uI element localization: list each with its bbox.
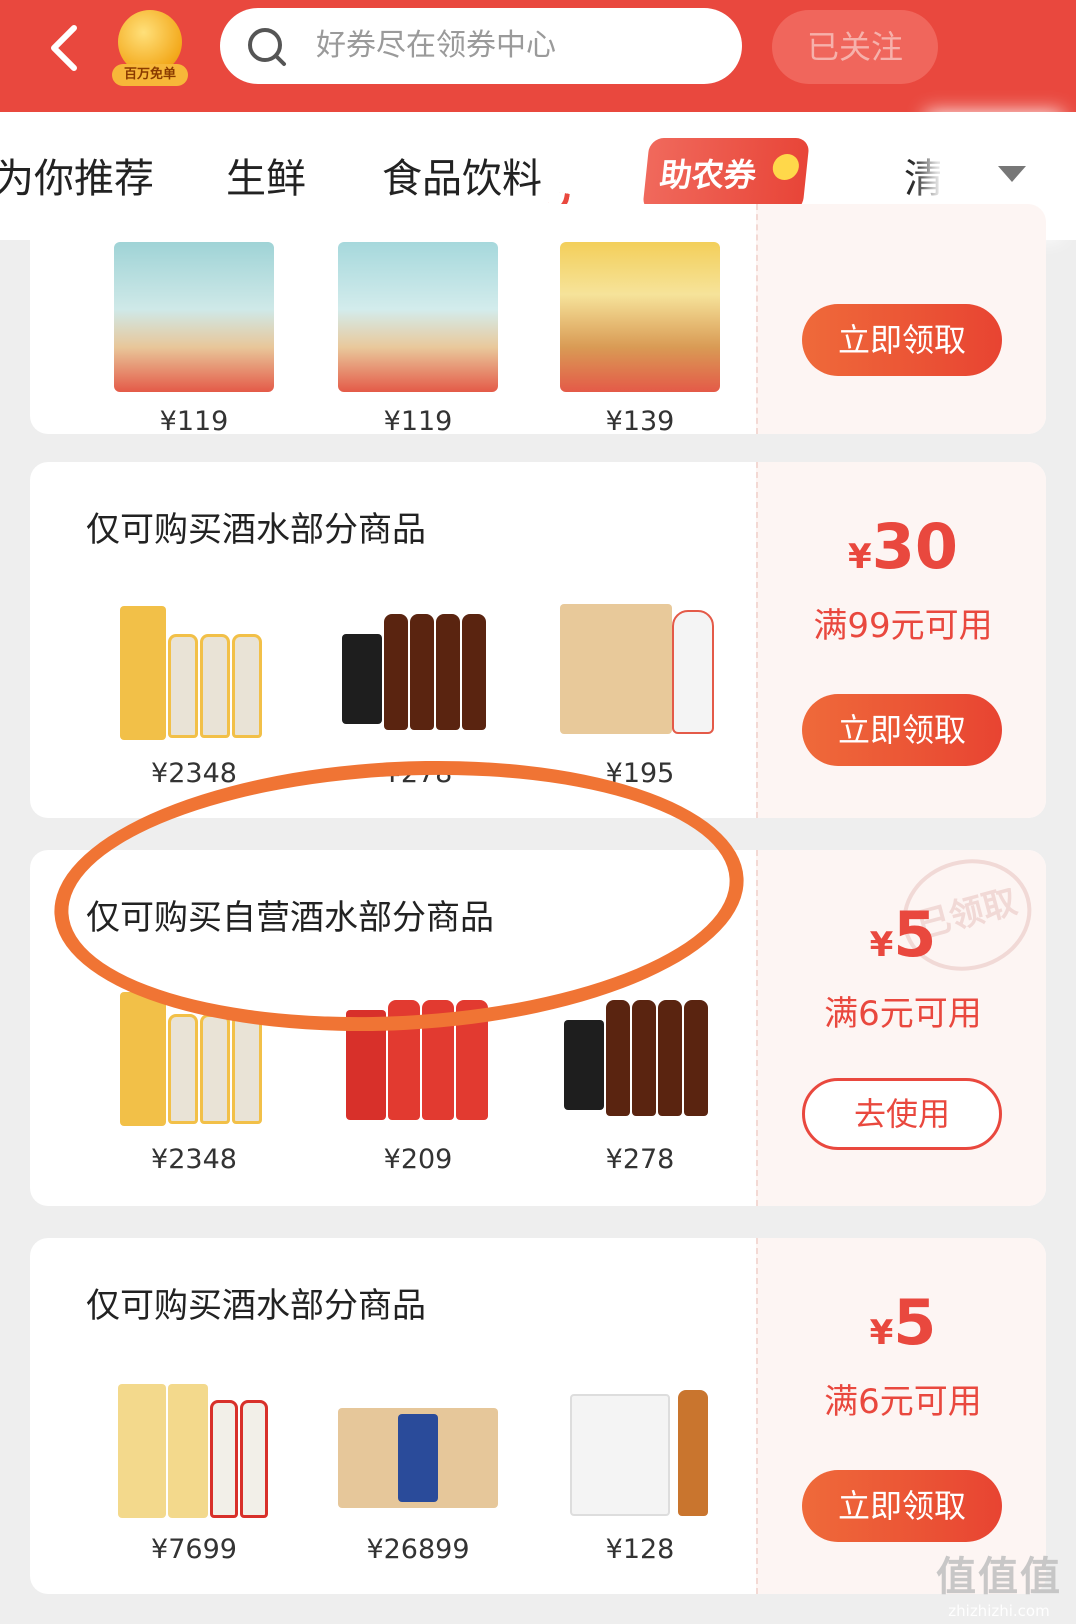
wine-bottles-image [560, 980, 720, 1130]
badge-label: 百万免单 [112, 64, 188, 86]
product-item[interactable]: ¥119 [106, 242, 282, 434]
watermark-logo: 值值值 [936, 1554, 1062, 1600]
back-arrow-icon[interactable] [44, 22, 88, 74]
watermark-url: zhizhizhi.com [948, 1602, 1050, 1620]
product-item[interactable]: ¥7699 [106, 1370, 282, 1565]
claim-button[interactable]: 立即领取 [802, 694, 1002, 766]
product-item[interactable]: ¥119 [330, 242, 506, 434]
product-item[interactable]: ¥128 [552, 1370, 728, 1565]
coupon-amount: ¥5 [758, 1286, 1046, 1359]
product-price: ¥2348 [151, 1144, 237, 1175]
product-price: ¥278 [605, 1144, 675, 1175]
coupon-amount: ¥30 [758, 510, 1046, 583]
amount-value: 30 [871, 510, 958, 583]
coupon-side: 立即领取 [756, 204, 1046, 434]
product-item[interactable]: ¥26899 [330, 1370, 506, 1565]
coupon-card: 仅可购买酒水部分商品 ¥2348 ¥278 ¥195 ¥30 满99元可用 立即… [30, 462, 1046, 818]
claim-button[interactable]: 立即领取 [802, 1470, 1002, 1542]
nut-pack-image [338, 242, 498, 392]
currency-symbol: ¥ [869, 925, 894, 965]
currency-symbol: ¥ [869, 1313, 894, 1353]
product-price: ¥209 [383, 1144, 453, 1175]
product-item[interactable]: ¥139 [552, 242, 728, 434]
site-watermark: 值值值 zhizhizhi.com [930, 1544, 1068, 1624]
tab-fresh[interactable]: 生鲜 [226, 146, 306, 204]
coupon-condition: 满6元可用 [824, 1382, 982, 1422]
tab-food-drink[interactable]: 食品饮料 [382, 146, 542, 204]
coupon-scope-title: 仅可购买酒水部分商品 [86, 1286, 426, 1326]
coupon-amount: ¥5 [758, 898, 1046, 971]
currency-symbol: ¥ [848, 537, 872, 577]
top-bar: 百万免单 好券尽在领券中心 已关注 [0, 0, 1076, 112]
product-item[interactable]: ¥2348 [106, 594, 282, 789]
product-price: ¥2348 [151, 758, 237, 789]
product-item[interactable]: ¥278 [552, 980, 728, 1175]
mixed-nuts-image [560, 242, 720, 392]
coupon-side: ¥5 满6元可用 立即领取 [756, 1238, 1046, 1594]
moutai-case-image [338, 1370, 498, 1520]
amount-value: 5 [893, 1286, 937, 1359]
search-input[interactable]: 好券尽在领券中心 [220, 8, 742, 84]
coupon-side: ¥30 满99元可用 立即领取 [756, 462, 1046, 818]
claim-button[interactable]: 立即领取 [802, 304, 1002, 376]
tapai-wine-image [560, 1370, 720, 1520]
chevron-down-icon[interactable] [998, 166, 1026, 182]
amount-value: 5 [893, 898, 937, 971]
nut-gift-box-image [114, 242, 274, 392]
wine-bottles-image [338, 594, 498, 744]
product-price: ¥139 [605, 406, 675, 434]
product-item[interactable]: ¥195 [552, 594, 728, 789]
coin-icon [771, 154, 801, 180]
product-item[interactable]: ¥2348 [106, 980, 282, 1175]
feitian-moutai-image [114, 1370, 274, 1520]
moutai-box-image [114, 594, 274, 744]
coupon-condition: 满99元可用 [813, 606, 993, 646]
product-price: ¥195 [605, 758, 675, 789]
coupon-card: 仅可购买自营酒水部分商品 ¥2348 ¥209 ¥278 已领取 ¥5 满6元可… [30, 850, 1046, 1206]
product-price: ¥128 [605, 1534, 675, 1565]
free-order-badge[interactable]: 百万免单 [112, 10, 188, 88]
product-price: ¥278 [383, 758, 453, 789]
coupon-card: 仅可购买酒水部分商品 ¥7699 ¥26899 ¥128 ¥5 满6元可用 立即… [30, 1238, 1046, 1594]
search-icon [248, 28, 286, 66]
erguotou-box-image [560, 594, 720, 744]
follow-button[interactable]: 已关注 [772, 10, 938, 84]
product-price: ¥119 [159, 406, 229, 434]
product-price: ¥7699 [151, 1534, 237, 1565]
product-price: ¥26899 [366, 1534, 470, 1565]
coupon-side: 已领取 ¥5 满6元可用 去使用 [756, 850, 1046, 1206]
product-item[interactable]: ¥278 [330, 594, 506, 789]
tab-clear[interactable]: 清 [904, 146, 944, 204]
product-price: ¥119 [383, 406, 453, 434]
tab-farm-coupon-label: 助农券 [658, 156, 759, 194]
coupon-card: ¥119 ¥119 ¥139 立即领取 [30, 204, 1046, 434]
red-baijiu-box-image [338, 980, 498, 1130]
use-button[interactable]: 去使用 [802, 1078, 1002, 1150]
tab-farm-coupon[interactable]: 助农券 [642, 138, 810, 212]
coupon-scope-title: 仅可购买自营酒水部分商品 [86, 898, 494, 938]
search-placeholder: 好券尽在领券中心 [316, 28, 556, 63]
coupon-condition: 满6元可用 [824, 994, 982, 1034]
moutai-box-image [114, 980, 274, 1130]
coupon-scope-title: 仅可购买酒水部分商品 [86, 510, 426, 550]
tab-recommend[interactable]: 为你推荐 [0, 146, 154, 204]
product-item[interactable]: ¥209 [330, 980, 506, 1175]
